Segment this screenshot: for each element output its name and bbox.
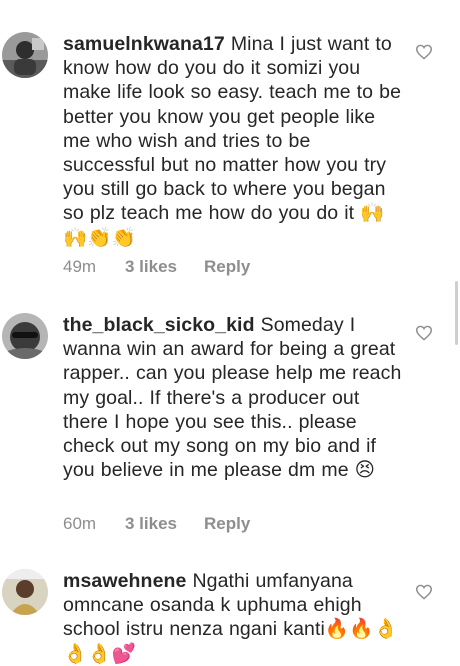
reply-button[interactable]: Reply bbox=[204, 514, 250, 534]
comment-text-block: the_black_sicko_kid Someday I wanna win a… bbox=[63, 313, 403, 482]
avatar-photo bbox=[2, 569, 48, 615]
comment-meta: 60m 3 likes Reply bbox=[63, 514, 250, 534]
comment-meta: 49m 3 likes Reply bbox=[63, 257, 250, 277]
user-avatar[interactable] bbox=[2, 313, 48, 359]
comment-username[interactable]: samuelnkwana17 bbox=[63, 33, 225, 55]
user-avatar[interactable] bbox=[2, 569, 48, 615]
comment-body: Mina I just want to know how do you do i… bbox=[63, 33, 402, 249]
comment-username[interactable]: msawehnene bbox=[63, 570, 186, 592]
comment-body: Someday I wanna win an award for being a… bbox=[63, 314, 402, 482]
comment-timestamp: 49m bbox=[63, 257, 97, 276]
heart-outline-icon[interactable] bbox=[415, 584, 433, 600]
user-avatar[interactable] bbox=[2, 32, 48, 78]
comment-item: the_black_sicko_kid Someday I wanna win a… bbox=[0, 300, 460, 550]
comment-timestamp: 60m bbox=[63, 514, 97, 533]
avatar-photo bbox=[2, 313, 48, 359]
comment-item: samuelnkwana17 Mina I just want to know h… bbox=[0, 0, 460, 290]
reply-button[interactable]: Reply bbox=[204, 257, 250, 277]
comment-likes-count[interactable]: 3 likes bbox=[125, 514, 204, 534]
heart-outline-icon[interactable] bbox=[415, 325, 433, 341]
comment-username[interactable]: the_black_sicko_kid bbox=[63, 314, 255, 336]
comment-text-block: msawehnene Ngathi umfanyana omncane osand… bbox=[63, 569, 403, 666]
heart-outline-icon[interactable] bbox=[415, 44, 433, 60]
comment-item: msawehnene Ngathi umfanyana omncane osand… bbox=[0, 557, 460, 666]
comment-likes-count[interactable]: 3 likes bbox=[125, 257, 204, 277]
comment-text-block: samuelnkwana17 Mina I just want to know h… bbox=[63, 32, 403, 250]
avatar-photo bbox=[2, 32, 48, 78]
